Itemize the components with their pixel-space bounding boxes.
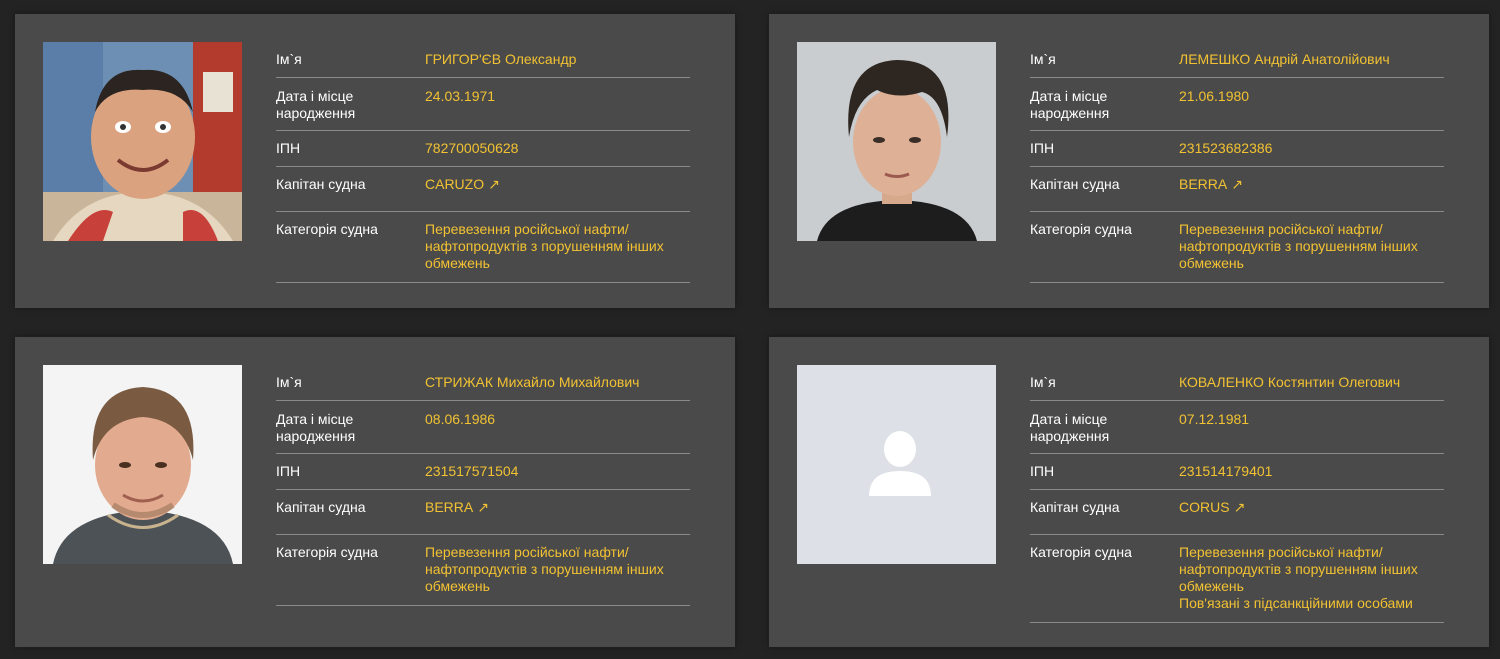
category-row: Категорія судна Перевезення російської н… bbox=[1030, 212, 1444, 283]
birth-row: Дата і місце народження 08.06.1986 bbox=[276, 401, 690, 454]
category-value: Перевезення російської нафти/ нафтопроду… bbox=[1179, 544, 1444, 613]
name-label: Ім`я bbox=[276, 51, 302, 67]
placeholder-photo bbox=[797, 365, 996, 564]
category-value: Перевезення російської нафти/ нафтопроду… bbox=[425, 544, 664, 594]
birth-value: 07.12.1981 bbox=[1179, 411, 1250, 427]
captain-row: Капітан судна CORUS ↗ bbox=[1030, 490, 1444, 535]
tax-id-value: 231514179401 bbox=[1179, 463, 1273, 479]
captain-label: Капітан судна bbox=[276, 499, 366, 515]
name-value: ГРИГОР'ЄВ Олександр bbox=[425, 51, 577, 67]
tax-id-label: ІПН bbox=[1030, 140, 1055, 156]
tax-id-label: ІПН bbox=[276, 463, 301, 479]
person-photo bbox=[797, 42, 996, 241]
birth-row: Дата і місце народження 21.06.1980 bbox=[1030, 78, 1444, 131]
external-link-icon: ↗ bbox=[1233, 499, 1246, 515]
birth-value: 24.03.1971 bbox=[425, 88, 496, 104]
category-label: Категорія судна bbox=[1030, 544, 1132, 560]
birth-value: 08.06.1986 bbox=[425, 411, 496, 427]
captain-row: Капітан судна BERRA ↗ bbox=[1030, 167, 1444, 212]
name-row: Ім`я КОВАЛЕНКО Костянтин Олегович bbox=[1030, 365, 1444, 401]
person-photo bbox=[43, 42, 242, 241]
captain-label: Капітан судна bbox=[276, 176, 366, 192]
birth-value: 21.06.1980 bbox=[1179, 88, 1250, 104]
external-link-icon: ↗ bbox=[477, 499, 489, 515]
person-card: Ім`я СТРИЖАК Михайло Михайлович Дата і м… bbox=[15, 337, 735, 647]
tax-id-label: ІПН bbox=[276, 140, 301, 156]
name-label: Ім`я bbox=[1030, 374, 1056, 390]
name-label: Ім`я bbox=[276, 374, 302, 390]
person-photo bbox=[43, 365, 242, 564]
name-row: Ім`я ГРИГОР'ЄВ Олександр bbox=[276, 42, 690, 78]
name-row: Ім`я СТРИЖАК Михайло Михайлович bbox=[276, 365, 690, 401]
category-row: Категорія судна Перевезення російської н… bbox=[1030, 535, 1444, 623]
external-link-icon: ↗ bbox=[1231, 176, 1243, 192]
tax-id-row: ІПН 231517571504 bbox=[276, 454, 690, 490]
name-row: Ім`я ЛЕМЕШКО Андрій Анатолійович bbox=[1030, 42, 1444, 78]
name-value: КОВАЛЕНКО Костянтин Олегович bbox=[1179, 374, 1401, 390]
tax-id-value: 231523682386 bbox=[1179, 140, 1273, 156]
birth-row: Дата і місце народження 07.12.1981 bbox=[1030, 401, 1444, 454]
category-label: Категорія судна bbox=[1030, 221, 1132, 237]
birth-label: Дата і місце народження bbox=[1030, 88, 1110, 121]
birth-label: Дата і місце народження bbox=[1030, 411, 1110, 444]
vessel-link[interactable]: CORUS ↗ bbox=[1179, 499, 1245, 515]
vessel-link[interactable]: BERRA ↗ bbox=[1179, 176, 1243, 192]
name-value: ЛЕМЕШКО Андрій Анатолійович bbox=[1179, 51, 1390, 67]
birth-label: Дата і місце народження bbox=[276, 88, 356, 121]
vessel-link[interactable]: CARUZO ↗ bbox=[425, 176, 500, 192]
tax-id-value: 782700050628 bbox=[425, 140, 519, 156]
category-label: Категорія судна bbox=[276, 221, 378, 237]
category-value: Перевезення російської нафти/ нафтопроду… bbox=[425, 221, 664, 271]
captain-label: Капітан судна bbox=[1030, 499, 1120, 515]
vessel-link[interactable]: BERRA ↗ bbox=[425, 499, 489, 515]
category-label: Категорія судна bbox=[276, 544, 378, 560]
tax-id-label: ІПН bbox=[1030, 463, 1055, 479]
tax-id-value: 231517571504 bbox=[425, 463, 519, 479]
tax-id-row: ІПН 231523682386 bbox=[1030, 131, 1444, 167]
external-link-icon: ↗ bbox=[488, 176, 500, 192]
birth-row: Дата і місце народження 24.03.1971 bbox=[276, 78, 690, 131]
birth-label: Дата і місце народження bbox=[276, 411, 356, 444]
category-row: Категорія судна Перевезення російської н… bbox=[276, 535, 690, 606]
captain-label: Капітан судна bbox=[1030, 176, 1120, 192]
captain-row: Капітан судна BERRA ↗ bbox=[276, 490, 690, 535]
category-row: Категорія судна Перевезення російської н… bbox=[276, 212, 690, 283]
captain-row: Капітан судна CARUZO ↗ bbox=[276, 167, 690, 212]
name-label: Ім`я bbox=[1030, 51, 1056, 67]
category-extra: Пов'язані з підсанкційними особами bbox=[1179, 595, 1413, 611]
name-value: СТРИЖАК Михайло Михайлович bbox=[425, 374, 640, 390]
person-card: Ім`я ГРИГОР'ЄВ Олександр Дата і місце на… bbox=[15, 14, 735, 308]
category-value: Перевезення російської нафти/ нафтопроду… bbox=[1179, 221, 1418, 271]
tax-id-row: ІПН 782700050628 bbox=[276, 131, 690, 167]
person-card: Ім`я КОВАЛЕНКО Костянтин Олегович Дата і… bbox=[769, 337, 1489, 647]
person-card: Ім`я ЛЕМЕШКО Андрій Анатолійович Дата і … bbox=[769, 14, 1489, 308]
tax-id-row: ІПН 231514179401 bbox=[1030, 454, 1444, 490]
